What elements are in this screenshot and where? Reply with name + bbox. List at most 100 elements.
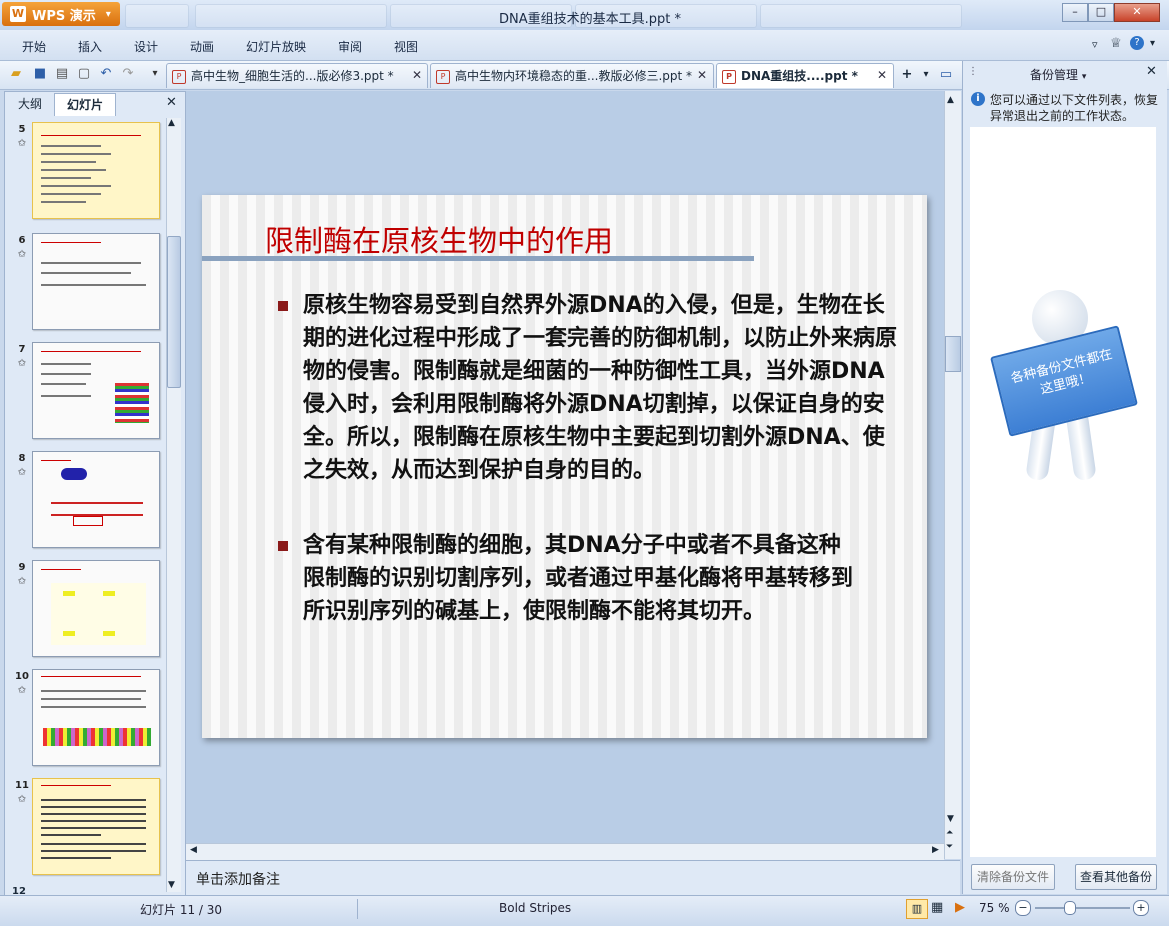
wps-brand-label: WPS 演示 bbox=[32, 8, 96, 24]
new-tab-icon[interactable]: + bbox=[899, 67, 915, 83]
slides-scroll-thumb[interactable] bbox=[167, 236, 181, 388]
doc-tab-3[interactable]: P DNA重组技....ppt * bbox=[716, 63, 894, 88]
slide-counter: 幻灯片 11 / 30 bbox=[140, 903, 223, 917]
menu-animation[interactable]: 动画 bbox=[190, 38, 214, 55]
doc-tab-label: DNA重组技....ppt * bbox=[741, 69, 858, 83]
chevron-down-icon: ▾ bbox=[105, 8, 111, 20]
slide-bullet-2[interactable]: 含有某种限制酶的细胞，其DNA分子中或者不具备这种限制酶的识别切割序列，或者通过… bbox=[303, 529, 858, 628]
close-tab-icon[interactable]: ✕ bbox=[877, 68, 887, 82]
skin-icon[interactable]: ♕ bbox=[1110, 36, 1122, 51]
menu-review[interactable]: 审阅 bbox=[338, 38, 362, 55]
background-window-tab bbox=[760, 4, 962, 28]
notes-pane[interactable] bbox=[186, 860, 960, 895]
slide-title[interactable]: 限制酶在原核生物中的作用 bbox=[265, 218, 613, 260]
transition-star-icon: ✩ bbox=[17, 358, 27, 369]
undo-icon[interactable]: ↶ bbox=[98, 66, 114, 82]
normal-view-icon[interactable]: ▥ bbox=[906, 899, 928, 919]
scroll-up-icon[interactable]: ▲ bbox=[947, 95, 954, 105]
tab-slides[interactable]: 幻灯片 bbox=[54, 93, 116, 116]
backup-file-list[interactable] bbox=[970, 127, 1156, 857]
open-folder-icon[interactable]: ▰ bbox=[8, 66, 24, 82]
slide-bullet-1[interactable]: 原核生物容易受到自然界外源DNA的入侵，但是，生物在长期的进化过程中形成了一套完… bbox=[303, 289, 903, 487]
slide-thumbnail[interactable] bbox=[32, 342, 160, 439]
backup-panel-title[interactable]: 备份管理 ▾ bbox=[1030, 66, 1086, 83]
canvas-vertical-scrollbar[interactable] bbox=[944, 91, 961, 859]
notes-placeholder[interactable]: 单击添加备注 bbox=[196, 869, 280, 889]
slide-sorter-icon[interactable]: ▦ bbox=[931, 900, 943, 915]
menu-home[interactable]: 开始 bbox=[22, 38, 46, 55]
canvas-scroll-thumb[interactable] bbox=[945, 336, 961, 372]
slide-thumbnail[interactable] bbox=[32, 122, 160, 219]
close-tab-icon[interactable]: ✕ bbox=[697, 68, 707, 82]
toolbar-more-icon[interactable]: ▾ bbox=[147, 66, 163, 82]
menu-slideshow[interactable]: 幻灯片放映 bbox=[246, 38, 306, 55]
ribbon-collapse-icon[interactable]: ▿ bbox=[1092, 38, 1098, 51]
maximize-button[interactable]: □ bbox=[1088, 3, 1114, 22]
slide-thumbnail[interactable] bbox=[32, 451, 160, 548]
close-tab-icon[interactable]: ✕ bbox=[412, 68, 422, 82]
transition-star-icon: ✩ bbox=[17, 576, 27, 587]
redo-icon[interactable]: ↷ bbox=[120, 66, 136, 82]
doc-tab-label: 高中生物内环境稳态的重...教版必修三.ppt * bbox=[455, 69, 693, 83]
slide-number: 7 bbox=[18, 344, 26, 355]
minimize-button[interactable]: – bbox=[1062, 3, 1088, 22]
slide-number: 5 bbox=[18, 124, 26, 135]
doc-tab-2[interactable]: P 高中生物内环境稳态的重...教版必修三.ppt * bbox=[430, 63, 714, 88]
scroll-down-icon[interactable]: ▼ bbox=[168, 880, 175, 890]
doc-tab-label: 高中生物_细胞生活的...版必修3.ppt * bbox=[191, 69, 394, 83]
slide-thumbnail[interactable] bbox=[32, 669, 160, 766]
transition-star-icon: ✩ bbox=[17, 794, 27, 805]
slide-number: 10 bbox=[15, 671, 29, 682]
background-window-tab bbox=[195, 4, 387, 28]
close-panel-icon[interactable]: ✕ bbox=[1146, 64, 1157, 79]
close-window-button[interactable]: ✕ bbox=[1114, 3, 1160, 22]
menu-design[interactable]: 设计 bbox=[134, 38, 158, 55]
scroll-up-icon[interactable]: ▲ bbox=[168, 118, 175, 128]
slide-thumbnail-selected[interactable] bbox=[32, 778, 160, 875]
canvas-horizontal-scrollbar[interactable] bbox=[186, 843, 944, 860]
prev-slide-icon[interactable]: ⏶ bbox=[946, 828, 953, 838]
doc-tab-1[interactable]: P 高中生物_细胞生活的...版必修3.ppt * bbox=[166, 63, 428, 88]
tab-list-icon[interactable]: ▾ bbox=[918, 67, 934, 83]
zoom-slider-thumb[interactable] bbox=[1064, 901, 1076, 915]
slide-number: 6 bbox=[18, 235, 26, 246]
title-underline bbox=[202, 256, 754, 261]
wps-menu-button[interactable]: W WPS 演示 ▾ bbox=[2, 2, 120, 26]
theme-name: Bold Stripes bbox=[499, 901, 572, 915]
slideshow-view-icon[interactable]: ▶ bbox=[955, 900, 965, 915]
transition-star-icon: ✩ bbox=[17, 249, 27, 260]
ppt-file-icon: P bbox=[722, 69, 736, 84]
wps-logo-icon: W bbox=[10, 6, 26, 22]
panel-grip-icon[interactable]: ⋮ bbox=[968, 66, 978, 77]
backup-info-text: 您可以通过以下文件列表，恢复异常退出之前的工作状态。 bbox=[990, 93, 1159, 123]
zoom-out-icon[interactable]: − bbox=[1015, 900, 1031, 916]
clear-backup-button[interactable]: 清除备份文件 bbox=[971, 864, 1055, 890]
print-preview-icon[interactable]: ▢ bbox=[76, 66, 92, 82]
slide-thumbnail[interactable] bbox=[32, 233, 160, 330]
zoom-in-icon[interactable]: + bbox=[1133, 900, 1149, 916]
backup-mascot-illustration: 各种备份文件都在这里哦！ bbox=[990, 290, 1140, 490]
bullet-square-icon bbox=[278, 301, 288, 311]
scroll-right-icon[interactable]: ▶ bbox=[932, 845, 939, 855]
status-divider bbox=[357, 899, 358, 919]
scroll-down-icon[interactable]: ▼ bbox=[947, 814, 954, 824]
menu-bar bbox=[0, 30, 1169, 61]
menu-view[interactable]: 视图 bbox=[394, 38, 418, 55]
zoom-slider-track[interactable] bbox=[1035, 907, 1130, 909]
info-icon: i bbox=[971, 92, 985, 106]
next-slide-icon[interactable]: ⏷ bbox=[946, 842, 953, 852]
save-icon[interactable]: ■ bbox=[32, 66, 48, 82]
close-panel-icon[interactable]: ✕ bbox=[166, 95, 177, 110]
scroll-left-icon[interactable]: ◀ bbox=[190, 845, 197, 855]
view-other-backup-button[interactable]: 查看其他备份 bbox=[1075, 864, 1157, 890]
background-window-tab bbox=[125, 4, 189, 28]
slides-scrollbar[interactable] bbox=[166, 118, 181, 892]
slide-thumbnail[interactable] bbox=[32, 560, 160, 657]
help-icon[interactable]: ? bbox=[1130, 36, 1144, 50]
help-dropdown-icon[interactable]: ▾ bbox=[1150, 38, 1155, 49]
print-icon[interactable]: ▤ bbox=[54, 66, 70, 82]
tab-outline[interactable]: 大纲 bbox=[8, 93, 52, 115]
task-pane-icon[interactable]: ▭ bbox=[938, 67, 954, 83]
menu-insert[interactable]: 插入 bbox=[78, 38, 102, 55]
bullet-square-icon bbox=[278, 541, 288, 551]
